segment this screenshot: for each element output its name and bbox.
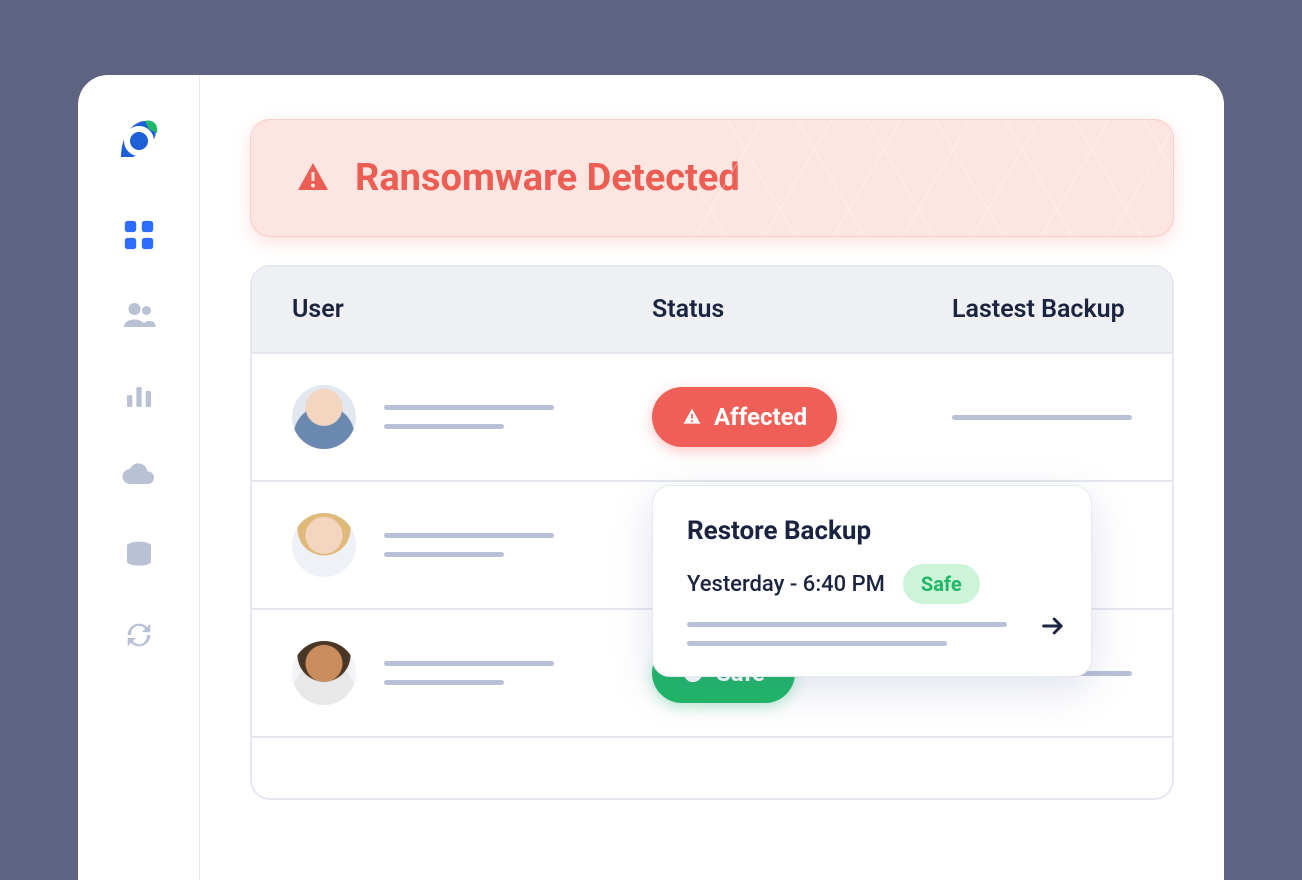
user-table: User Status Lastest Backup <box>250 265 1174 800</box>
avatar <box>292 385 356 449</box>
status-label: Affected <box>714 403 807 431</box>
th-status: Status <box>652 295 952 324</box>
user-name-placeholder <box>384 405 554 429</box>
alert-banner: Ransomware Detected <box>250 119 1174 237</box>
backup-cell <box>952 415 1132 420</box>
restore-title: Restore Backup <box>687 516 1057 546</box>
placeholder-line <box>384 661 554 666</box>
placeholder-line <box>384 424 504 429</box>
th-backup: Lastest Backup <box>952 295 1132 324</box>
nav-users[interactable] <box>119 295 159 335</box>
warning-icon <box>295 160 331 196</box>
placeholder-line <box>952 415 1132 420</box>
placeholder-line <box>384 533 554 538</box>
safe-badge: Safe <box>903 564 980 604</box>
placeholder-line <box>687 641 947 646</box>
restore-backup-popup[interactable]: Restore Backup Yesterday - 6:40 PM Safe <box>652 485 1092 677</box>
main-content: Ransomware Detected User Status Lastest … <box>200 75 1224 880</box>
users-icon <box>121 297 157 333</box>
cloud-icon <box>121 457 157 493</box>
user-cell <box>292 385 652 449</box>
placeholder-line <box>384 405 554 410</box>
warning-icon <box>682 407 702 427</box>
th-user: User <box>292 295 652 324</box>
table-header: User Status Lastest Backup <box>252 267 1172 352</box>
nav-dashboard[interactable] <box>119 215 159 255</box>
app-window: Ransomware Detected User Status Lastest … <box>78 75 1224 880</box>
user-name-placeholder <box>384 661 554 685</box>
restore-placeholder-lines <box>687 622 1057 646</box>
nav-cloud[interactable] <box>119 455 159 495</box>
restore-arrow-button[interactable] <box>1039 612 1067 644</box>
alert-title: Ransomware Detected <box>355 156 740 200</box>
grid-icon <box>122 218 156 252</box>
nav-sync[interactable] <box>119 615 159 655</box>
user-cell <box>292 513 652 577</box>
nav-analytics[interactable] <box>119 375 159 415</box>
status-cell: Affected <box>652 387 952 447</box>
table-row[interactable]: Affected <box>252 352 1172 480</box>
avatar <box>292 513 356 577</box>
arrow-right-icon <box>1039 612 1067 640</box>
sync-icon <box>122 618 156 652</box>
app-logo <box>111 113 167 169</box>
nav-database[interactable] <box>119 535 159 575</box>
avatar <box>292 641 356 705</box>
restore-time-row: Yesterday - 6:40 PM Safe <box>687 564 1057 604</box>
user-name-placeholder <box>384 533 554 557</box>
placeholder-line <box>384 552 504 557</box>
placeholder-line <box>687 622 1007 627</box>
placeholder-line <box>384 680 504 685</box>
user-cell <box>292 641 652 705</box>
restore-time: Yesterday - 6:40 PM <box>687 572 885 597</box>
sidebar <box>78 75 200 880</box>
status-badge-affected[interactable]: Affected <box>652 387 837 447</box>
table-row[interactable] <box>252 736 1172 798</box>
chart-icon <box>123 379 155 411</box>
database-icon <box>123 539 155 571</box>
